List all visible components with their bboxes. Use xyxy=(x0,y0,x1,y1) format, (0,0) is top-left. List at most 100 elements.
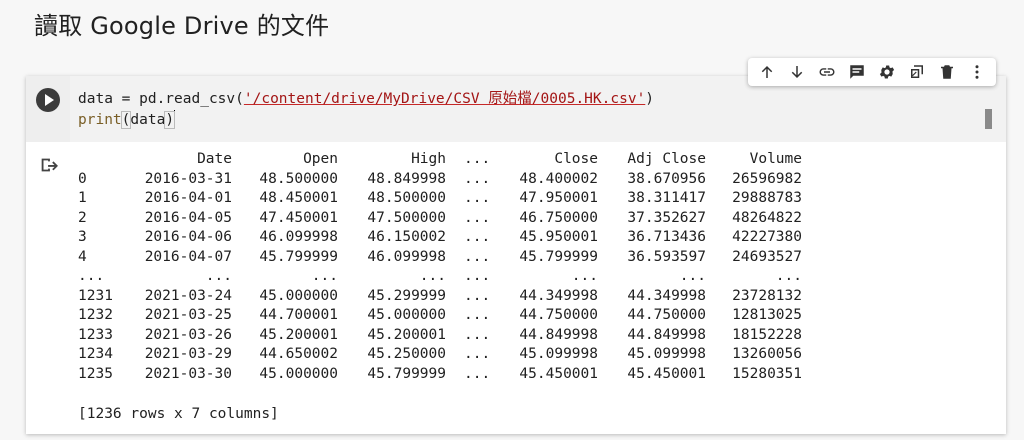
cell-open: 44.650002 xyxy=(259,346,338,362)
cell-high: 45.250000 xyxy=(367,346,446,362)
cell-close: 48.400002 xyxy=(519,170,598,187)
cell-adj: 37.352627 xyxy=(627,209,706,226)
delete-cell-button[interactable] xyxy=(937,62,957,82)
cell-open: 45.200001 xyxy=(259,326,338,343)
comment-button[interactable] xyxy=(847,62,867,82)
cell-volume: 26596982 xyxy=(732,170,802,187)
cell-volume: ... xyxy=(775,268,802,284)
run-gutter xyxy=(26,76,70,142)
cell-date: 2016-04-01 xyxy=(144,190,232,206)
editor-scrollbar[interactable] xyxy=(985,109,992,129)
cell-ellipsis: ... xyxy=(464,170,491,187)
cell-high: 47.500000 xyxy=(367,209,446,226)
cell-adj: 44.750000 xyxy=(627,307,706,323)
output-arrow-icon[interactable] xyxy=(38,154,60,176)
cell-high: 48.849998 xyxy=(367,170,446,187)
cell-date: 2021-03-30 xyxy=(144,365,232,382)
cell-open: 48.450001 xyxy=(259,190,338,206)
cell-close: Close xyxy=(554,151,598,167)
cell-ellipsis: ... xyxy=(464,151,491,167)
more-actions-button[interactable] xyxy=(967,62,987,82)
cell-open: 45.000000 xyxy=(259,287,338,304)
cell-open: Open xyxy=(303,151,338,167)
cell-close: 47.950001 xyxy=(519,190,598,206)
cell-volume: 29888783 xyxy=(732,190,802,206)
cell-ellipsis: ... xyxy=(464,248,491,265)
cell-adj: Adj Close xyxy=(627,151,706,167)
move-down-button[interactable] xyxy=(787,62,807,82)
cell-high: 46.099998 xyxy=(367,248,446,265)
link-button[interactable] xyxy=(817,62,837,82)
comment-icon xyxy=(850,65,864,79)
cell-open: 46.099998 xyxy=(259,229,338,245)
cell-open: 47.450001 xyxy=(259,209,338,226)
arrow-down-icon xyxy=(791,66,803,78)
code-line1-suffix: ) xyxy=(645,91,655,107)
cell-volume: 13260056 xyxy=(732,346,802,362)
cell-adj: 38.670956 xyxy=(627,170,706,187)
mirror-cell-icon xyxy=(911,65,923,78)
cell-date: 2016-03-31 xyxy=(144,170,232,187)
cell-high: 45.299999 xyxy=(367,287,446,304)
cell-volume: 42227380 xyxy=(732,229,802,245)
cell-date: Date xyxy=(197,151,232,167)
link-icon xyxy=(819,68,835,76)
cell-close: 45.799999 xyxy=(519,248,598,265)
cell-high: 45.799999 xyxy=(367,365,446,382)
cell-open: ... xyxy=(311,268,338,284)
cell-ellipsis: ... xyxy=(464,346,491,362)
code-path-string: '/content/drive/MyDrive/CSV 原始檔/0005.HK.… xyxy=(243,91,646,107)
cell-date: 2021-03-25 xyxy=(144,307,232,323)
cell-high: 48.500000 xyxy=(367,190,446,206)
cell-adj: 36.713436 xyxy=(627,229,706,245)
code-line1-prefix: data = pd.read_csv( xyxy=(78,91,244,107)
cell-date: 2016-04-06 xyxy=(144,229,232,245)
cell-close: 45.950001 xyxy=(519,229,598,245)
code-cell[interactable]: data = pd.read_csv('/content/drive/MyDri… xyxy=(26,76,1006,434)
cell-high: ... xyxy=(419,268,446,284)
cell-volume: 15280351 xyxy=(732,365,802,382)
cell-date: 2016-04-05 xyxy=(144,209,232,226)
cell-adj: 45.099998 xyxy=(627,346,706,362)
cell-ellipsis: ... xyxy=(464,326,491,343)
cell-high: 45.000000 xyxy=(367,307,446,323)
cell-close: 45.099998 xyxy=(519,346,598,362)
output-summary: [1236 rows x 7 columns] xyxy=(78,406,279,422)
cell-ellipsis: ... xyxy=(464,209,491,226)
cell-ellipsis: ... xyxy=(464,307,491,323)
cell-open: 48.500000 xyxy=(259,170,338,187)
cell-volume: 18152228 xyxy=(732,326,802,343)
cell-adj: ... xyxy=(679,268,706,284)
cell-close: 45.450001 xyxy=(519,365,598,382)
move-up-button[interactable] xyxy=(757,62,777,82)
gear-icon xyxy=(879,65,895,79)
cell-volume: 24693527 xyxy=(732,248,802,265)
code-print-arg: data xyxy=(130,112,166,128)
cell-close: 44.750000 xyxy=(519,307,598,323)
cell-date: 2021-03-24 xyxy=(144,287,232,304)
cell-date: 2021-03-26 xyxy=(144,326,232,343)
cell-ellipsis: ... xyxy=(464,287,491,304)
cell-volume: 48264822 xyxy=(732,209,802,226)
cell-close: 44.349998 xyxy=(519,287,598,304)
code-print-fn: print xyxy=(78,112,122,128)
cell-open: 45.799999 xyxy=(259,248,338,265)
mirror-cell-button[interactable] xyxy=(907,62,927,82)
cell-ellipsis: ... xyxy=(464,229,491,245)
cell-volume: 12813025 xyxy=(732,307,802,323)
cell-ellipsis: ... xyxy=(464,365,491,382)
cell-date: ... xyxy=(205,268,232,284)
section-heading: 讀取 Google Drive 的文件 xyxy=(34,12,330,40)
cell-close: ... xyxy=(571,268,598,284)
cell-ellipsis: ... xyxy=(464,268,491,284)
run-cell-button[interactable] xyxy=(36,88,60,112)
code-close-paren: ) xyxy=(164,111,176,129)
cell-open: 45.000000 xyxy=(259,365,338,382)
cell-open: 44.700001 xyxy=(259,307,338,323)
code-text[interactable]: data = pd.read_csv('/content/drive/MyDri… xyxy=(78,89,654,131)
cell-toolbar xyxy=(748,58,996,86)
cell-close: 46.750000 xyxy=(519,209,598,226)
cell-high: 45.200001 xyxy=(367,326,446,343)
cell-high: High xyxy=(411,151,446,167)
settings-button[interactable] xyxy=(877,62,897,82)
